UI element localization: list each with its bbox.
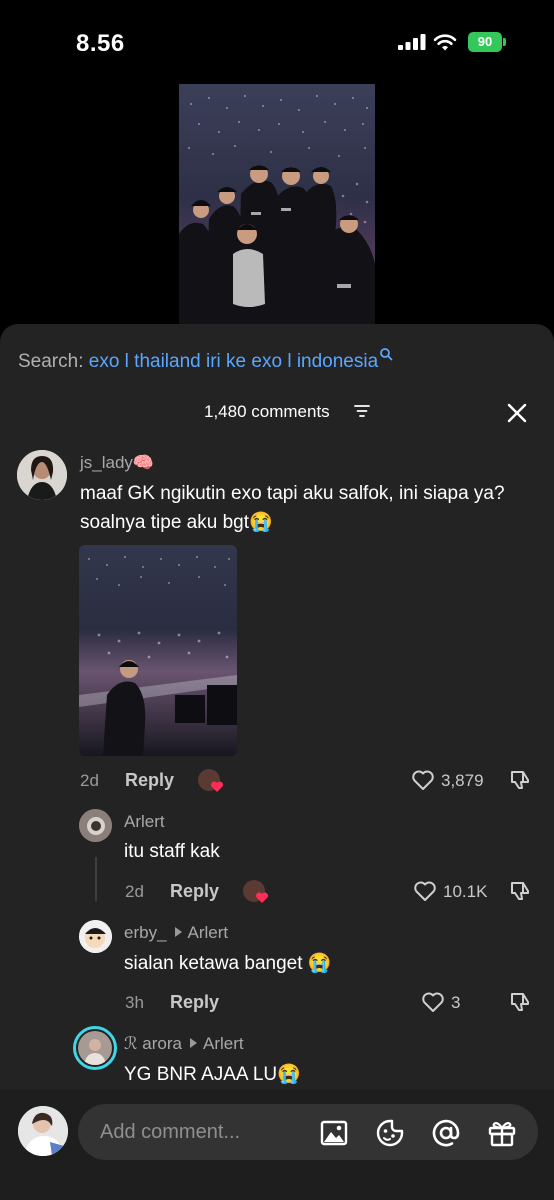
like-count: 10.1K: [443, 882, 488, 901]
avatar[interactable]: [17, 450, 67, 500]
comments-sheet: Search: exo l thailand iri ke exo l indo…: [0, 324, 554, 1200]
comment-text: maaf GK ngikutin exo tapi aku salfok, in…: [80, 483, 505, 533]
dislike-icon[interactable]: [508, 768, 532, 792]
reply-arrow-icon: [189, 1038, 197, 1048]
comment-text: YG BNR AJAA LU😭: [124, 1064, 301, 1085]
reply-target[interactable]: Arlert: [188, 923, 229, 942]
like-count: 3: [451, 993, 461, 1012]
dislike-icon[interactable]: [508, 990, 532, 1014]
my-avatar: [18, 1106, 68, 1156]
comment-time: 2d: [80, 771, 99, 790]
comment-attached-image[interactable]: [79, 545, 237, 756]
comment-username[interactable]: js_lady🧠: [80, 453, 154, 473]
like-count: 3,879: [441, 771, 484, 790]
avatar[interactable]: [79, 809, 112, 842]
reply-author[interactable]: ℛ arora: [124, 1034, 182, 1053]
reply-button[interactable]: Reply: [125, 770, 174, 791]
reply-button[interactable]: Reply: [170, 881, 219, 902]
comment-username[interactable]: ℛ arora Arlert: [124, 1034, 244, 1054]
comment-time: 2d: [125, 882, 144, 901]
comment-username[interactable]: Arlert: [124, 812, 165, 832]
comment-text: itu staff kak: [124, 841, 220, 862]
dislike-icon[interactable]: [508, 879, 532, 903]
heart-icon: [255, 892, 269, 903]
heart-icon: [210, 781, 224, 792]
heart-icon[interactable]: [421, 990, 445, 1014]
gift-icon[interactable]: [487, 1118, 517, 1148]
comment-time: 3h: [125, 993, 144, 1012]
wifi-icon: [433, 34, 457, 51]
search-query-link[interactable]: exo l thailand iri ke exo l indonesia: [89, 351, 378, 372]
signal-icon: [398, 34, 426, 50]
avatar[interactable]: [79, 920, 112, 953]
heart-icon[interactable]: [411, 768, 435, 792]
reply-arrow-icon: [174, 927, 182, 937]
comments-count: 1,480 comments: [204, 402, 330, 421]
comment-username[interactable]: erby_ Arlert: [124, 923, 228, 943]
avatar[interactable]: [73, 1026, 117, 1070]
heart-icon[interactable]: [413, 879, 437, 903]
sort-icon[interactable]: [354, 404, 370, 418]
emoji-icon[interactable]: [375, 1118, 405, 1148]
reply-target[interactable]: Arlert: [203, 1034, 244, 1053]
comment-input[interactable]: [78, 1104, 538, 1160]
battery-icon: 90: [468, 32, 506, 52]
comment-composer: [0, 1090, 554, 1200]
status-bar: 8.56 90: [0, 0, 554, 84]
thread-line: [95, 857, 97, 901]
mention-icon[interactable]: [431, 1118, 461, 1148]
search-icon: [380, 348, 393, 361]
video-thumbnail[interactable]: [179, 84, 375, 334]
comment-text: sialan ketawa banget 😭: [124, 953, 332, 974]
reply-author[interactable]: erby_: [124, 923, 167, 942]
battery-percent: 90: [477, 34, 493, 49]
video-image: [179, 84, 375, 334]
search-label: Search:: [18, 351, 89, 372]
image-icon[interactable]: [319, 1118, 349, 1148]
search-suggestion[interactable]: Search: exo l thailand iri ke exo l indo…: [18, 347, 393, 373]
close-icon[interactable]: [505, 401, 529, 425]
reply-button[interactable]: Reply: [170, 992, 219, 1013]
status-time: 8.56: [76, 30, 125, 57]
